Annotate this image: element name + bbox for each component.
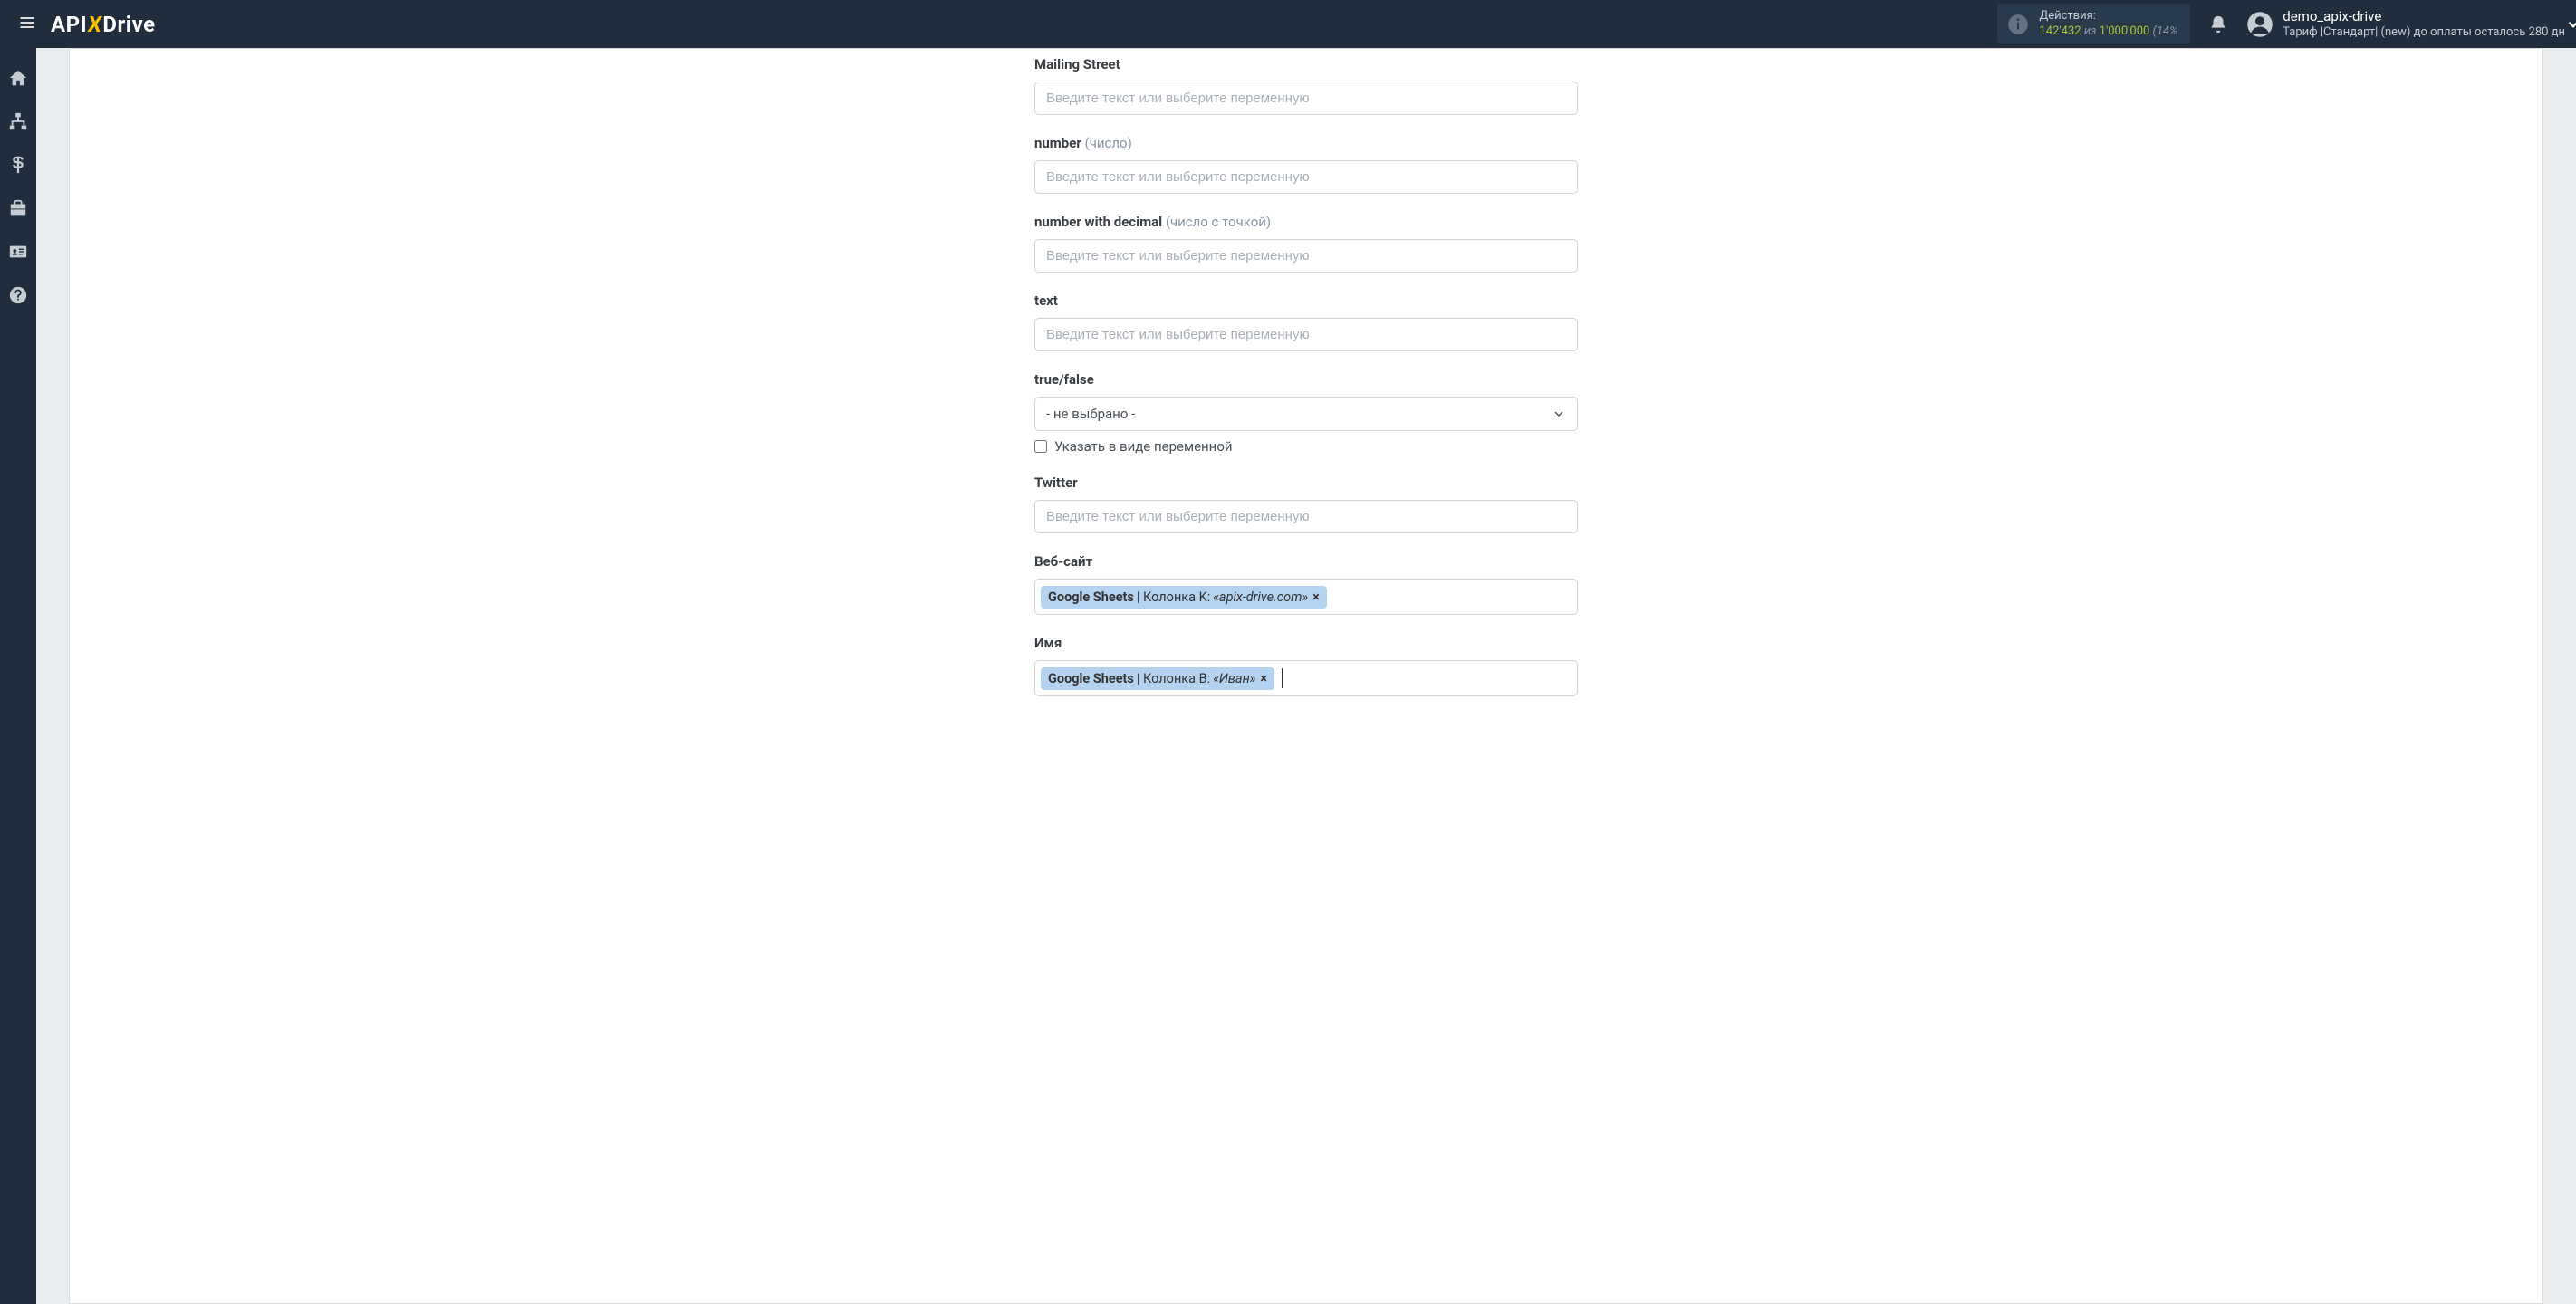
tag-website-value: «apix-drive.com» <box>1213 590 1308 605</box>
question-icon <box>8 285 28 305</box>
info-icon <box>2006 13 2030 36</box>
form-area: Mailing Street number (число) number wit… <box>1034 49 1578 753</box>
tag-name-source: Google Sheets <box>1048 671 1134 686</box>
tag-website-remove[interactable]: × <box>1312 590 1320 605</box>
field-mailing-street: Mailing Street <box>1034 56 1578 115</box>
sidebar <box>0 48 36 1304</box>
sitemap-icon <box>8 111 28 131</box>
sidebar-briefcase[interactable] <box>8 198 28 222</box>
logo-text-prefix: API <box>51 12 87 37</box>
input-number[interactable] <box>1034 160 1578 194</box>
label-name: Имя <box>1034 635 1578 651</box>
input-mailing-street[interactable] <box>1034 82 1578 115</box>
home-icon <box>8 68 28 88</box>
dollar-icon <box>8 155 28 175</box>
label-number-text: number <box>1034 135 1081 151</box>
sidebar-contacts[interactable] <box>8 242 28 265</box>
sidebar-billing[interactable] <box>8 155 28 178</box>
chevron-down-icon[interactable] <box>2565 16 2576 33</box>
label-number-decimal: number with decimal (число с точкой) <box>1034 214 1578 230</box>
actions-value: 142'432 <box>2039 24 2081 38</box>
chevron-down-icon <box>1552 407 1566 421</box>
app-header: APIXDrive Действия: 142'432 из 1'000'000… <box>0 0 2576 48</box>
sidebar-help[interactable] <box>8 285 28 309</box>
menu-toggle-button[interactable] <box>11 6 43 42</box>
input-website[interactable]: Google Sheets | Колонка K: «apix-drive.c… <box>1034 579 1578 615</box>
actions-total: 1'000'000 <box>2100 24 2150 38</box>
input-name[interactable]: Google Sheets | Колонка B: «Иван» × <box>1034 660 1578 696</box>
main-content: Mailing Street number (число) number wit… <box>36 48 2576 1304</box>
hamburger-icon <box>18 14 36 32</box>
text-cursor <box>1282 668 1283 688</box>
field-number-decimal: number with decimal (число с точкой) <box>1034 214 1578 273</box>
label-number-hint: (число) <box>1085 135 1132 151</box>
input-twitter[interactable] <box>1034 500 1578 533</box>
briefcase-icon <box>8 198 28 218</box>
checkbox-row-truefalse[interactable]: Указать в виде переменной <box>1034 438 1578 455</box>
label-text: text <box>1034 292 1578 309</box>
user-text: demo_apix-drive Тариф |Стандарт| (new) д… <box>2283 8 2565 40</box>
sidebar-home[interactable] <box>8 68 28 91</box>
actions-pct: (14% <box>2149 24 2177 38</box>
field-website: Веб-сайт Google Sheets | Колонка K: «api… <box>1034 553 1578 615</box>
actions-label: Действия: <box>2039 9 2177 24</box>
id-card-icon <box>8 242 28 262</box>
avatar-icon <box>2246 11 2273 38</box>
notifications-icon[interactable] <box>2208 14 2228 34</box>
field-number: number (число) <box>1034 135 1578 194</box>
label-number-decimal-hint: (число с точкой) <box>1166 214 1271 230</box>
tag-name: Google Sheets | Колонка B: «Иван» × <box>1041 667 1274 690</box>
field-truefalse: true/false - не выбрано - Указать в виде… <box>1034 371 1578 455</box>
header-right: Действия: 142'432 из 1'000'000 (14% demo… <box>1997 4 2565 45</box>
tag-website: Google Sheets | Колонка K: «apix-drive.c… <box>1041 586 1327 609</box>
tag-name-value: «Иван» <box>1213 671 1255 686</box>
input-text[interactable] <box>1034 318 1578 351</box>
field-text: text <box>1034 292 1578 351</box>
label-number-decimal-text: number with decimal <box>1034 214 1162 230</box>
actions-of: из <box>2081 24 2100 38</box>
checkbox-truefalse-label: Указать в виде переменной <box>1054 438 1233 455</box>
field-name: Имя Google Sheets | Колонка B: «Иван» × <box>1034 635 1578 696</box>
logo-text-suffix: Drive <box>102 12 155 37</box>
user-tariff: Тариф |Стандарт| (new) до оплаты осталос… <box>2283 25 2565 40</box>
user-menu[interactable]: demo_apix-drive Тариф |Стандарт| (new) д… <box>2246 8 2565 40</box>
logo-x: X <box>88 12 101 37</box>
label-mailing-street: Mailing Street <box>1034 56 1578 72</box>
tag-name-rest: | Колонка B: <box>1137 671 1210 686</box>
label-twitter: Twitter <box>1034 475 1578 491</box>
input-number-decimal[interactable] <box>1034 239 1578 273</box>
checkbox-truefalse-variable[interactable] <box>1034 440 1047 453</box>
label-number: number (число) <box>1034 135 1578 151</box>
tag-name-remove[interactable]: × <box>1260 671 1267 686</box>
label-truefalse: true/false <box>1034 371 1578 388</box>
user-name: demo_apix-drive <box>2283 8 2565 25</box>
select-truefalse[interactable]: - не выбрано - <box>1034 397 1578 431</box>
field-twitter: Twitter <box>1034 475 1578 533</box>
actions-text: Действия: 142'432 из 1'000'000 (14% <box>2039 9 2177 40</box>
logo[interactable]: APIXDrive <box>51 12 156 37</box>
sidebar-connections[interactable] <box>8 111 28 135</box>
tag-website-rest: | Колонка K: <box>1137 590 1210 605</box>
form-card: Mailing Street number (число) number wit… <box>69 48 2543 1304</box>
label-website: Веб-сайт <box>1034 553 1578 570</box>
select-truefalse-value: - не выбрано - <box>1046 406 1135 422</box>
actions-counter[interactable]: Действия: 142'432 из 1'000'000 (14% <box>1997 4 2190 45</box>
tag-website-source: Google Sheets <box>1048 590 1134 605</box>
